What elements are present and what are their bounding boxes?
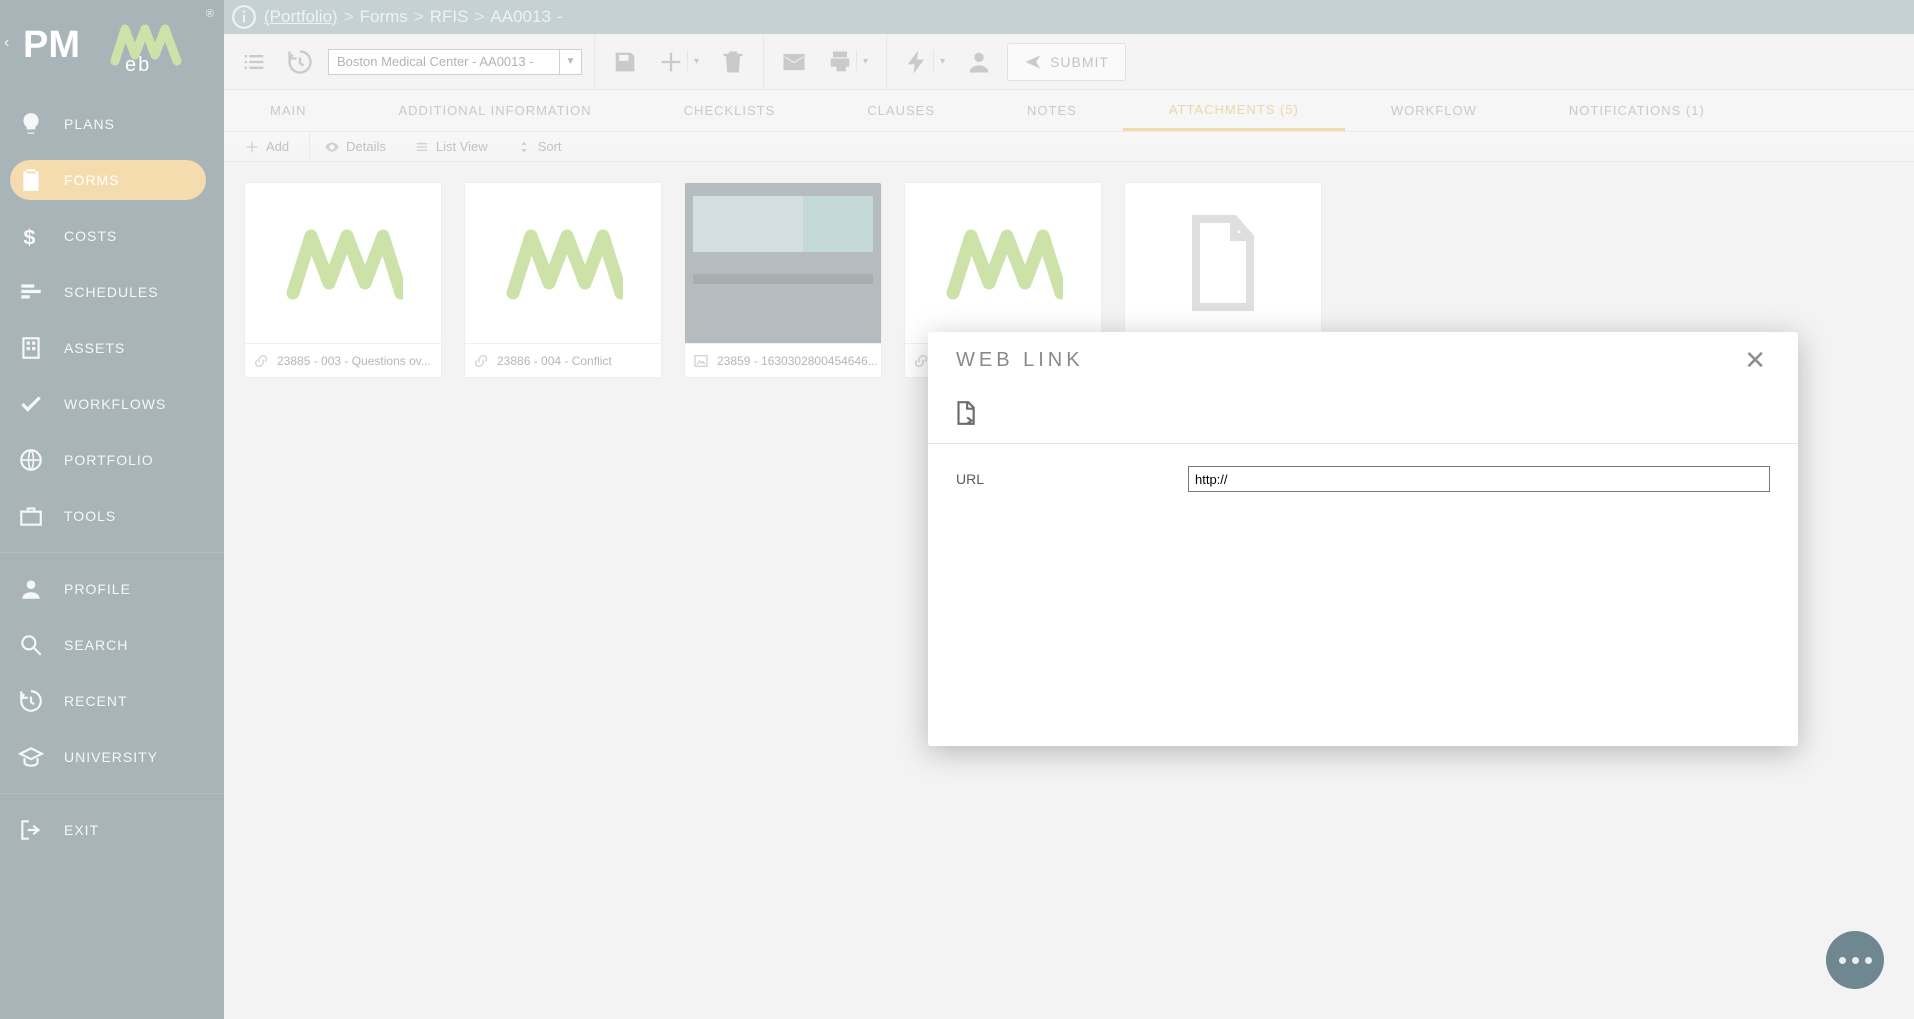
dot-icon bbox=[1839, 957, 1846, 964]
web-link-modal: WEB LINK ✕ URL bbox=[928, 332, 1798, 746]
close-icon[interactable]: ✕ bbox=[1744, 345, 1770, 376]
dot-icon bbox=[1865, 957, 1872, 964]
dot-icon bbox=[1852, 957, 1859, 964]
url-input[interactable] bbox=[1188, 466, 1770, 492]
save-weblink-icon[interactable] bbox=[952, 400, 978, 431]
fab-more-button[interactable] bbox=[1826, 931, 1884, 989]
url-label: URL bbox=[956, 471, 1188, 487]
modal-title: WEB LINK bbox=[956, 349, 1084, 372]
